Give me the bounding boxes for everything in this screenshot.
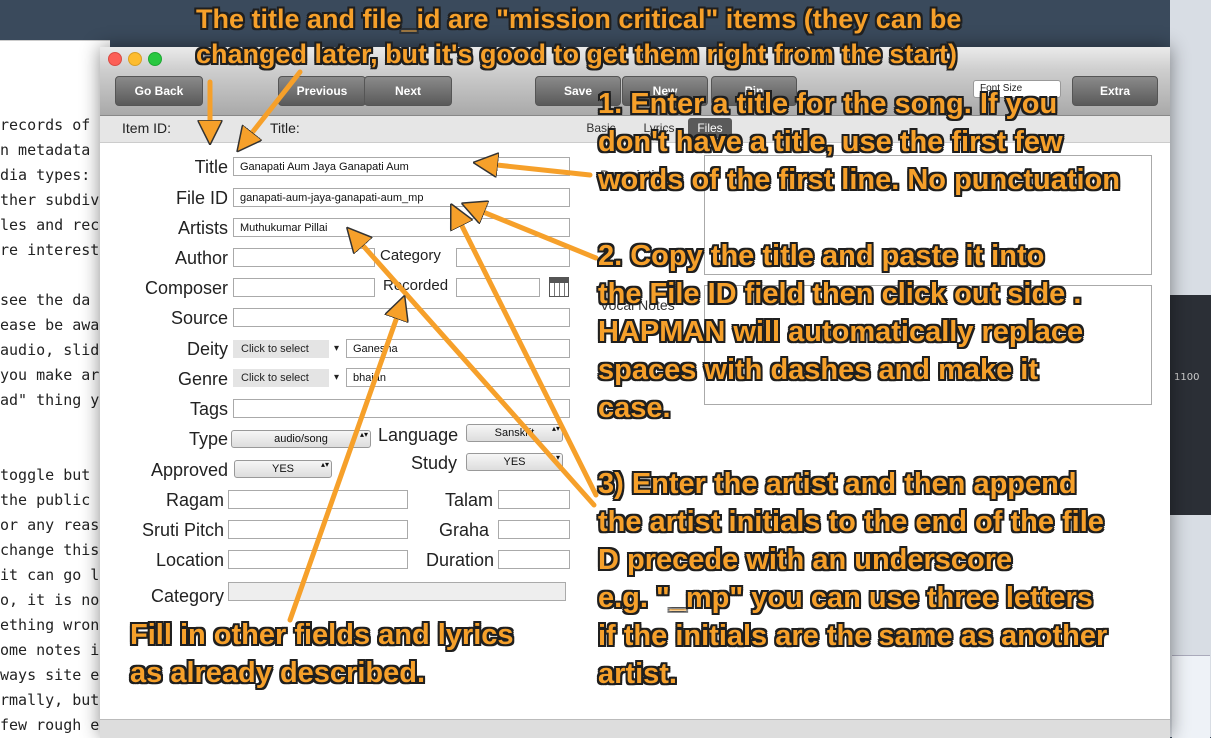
- annotation-step2: 2. Copy the title and paste it into the …: [598, 240, 1084, 424]
- annotation-step1: 1. Enter a title for the song. If you do…: [598, 88, 1120, 196]
- background-doc-line: see the da: [0, 291, 91, 309]
- composer-label: Composer: [144, 278, 228, 298]
- tags-label: Tags: [189, 399, 228, 419]
- file-id-label: File ID: [175, 188, 228, 208]
- duration-input[interactable]: [498, 550, 570, 569]
- recorded-input[interactable]: [456, 278, 540, 297]
- genre-label: Genre: [177, 369, 228, 389]
- background-doc-line: ad" thing y: [0, 391, 100, 409]
- author-input[interactable]: [233, 248, 375, 267]
- background-doc-line: records of: [0, 116, 91, 134]
- background-doc-line: o, it is no: [0, 591, 100, 609]
- background-doc-line: dia types:: [0, 166, 91, 184]
- close-window-icon[interactable]: [108, 52, 122, 66]
- title-header-label: Title:: [270, 120, 300, 136]
- graha-label: Graha: [438, 520, 489, 540]
- item-id-label: Item ID:: [122, 120, 172, 136]
- background-doc-line: ome notes i: [0, 641, 100, 659]
- category-label: Category: [150, 586, 224, 606]
- type-label: Type: [188, 429, 228, 449]
- annotation-bottom: Fill in other fields and lyrics as alrea…: [130, 619, 514, 689]
- background-document: records of n metadata dia types: ther subdi…: [0, 40, 110, 738]
- deity-label: Deity: [186, 339, 228, 359]
- title-label: Title: [194, 157, 228, 177]
- background-doc-line: les and rec: [0, 216, 100, 234]
- ragam-label: Ragam: [165, 490, 224, 510]
- language-select[interactable]: Sanskrit: [466, 424, 563, 442]
- background-dark-panel: [1170, 295, 1211, 515]
- approved-label: Approved: [150, 460, 228, 480]
- source-label: Source: [170, 308, 228, 328]
- background-doc-line: ther subdiv: [0, 191, 100, 209]
- annotation-top: The title and file_id are "mission criti…: [196, 4, 962, 69]
- background-doc-line: re interest: [0, 241, 100, 259]
- file-id-input[interactable]: ganapati-aum-jaya-ganapati-aum_mp: [233, 188, 570, 207]
- talam-label: Talam: [444, 490, 493, 510]
- background-doc-line: or any reas: [0, 516, 100, 534]
- graha-input[interactable]: [498, 520, 570, 539]
- artists-input[interactable]: Muthukumar Pillai: [233, 218, 570, 237]
- location-label: Location: [155, 550, 224, 570]
- previous-button[interactable]: Previous: [278, 76, 366, 106]
- study-label: Study: [411, 453, 458, 473]
- background-doc-line: ething wron: [0, 616, 100, 634]
- recorded-label: Recorded: [383, 277, 449, 294]
- type-select[interactable]: audio/song: [231, 430, 371, 448]
- study-select[interactable]: YES: [466, 453, 563, 471]
- bottom-strip: [100, 719, 1170, 738]
- ragam-input[interactable]: [228, 490, 408, 509]
- genre-input[interactable]: bhajan: [346, 368, 570, 387]
- genre-select[interactable]: Click to select: [233, 369, 339, 387]
- sruti-pitch-label: Sruti Pitch: [141, 520, 224, 540]
- zoom-window-icon[interactable]: [148, 52, 162, 66]
- background-doc-line: rmally, but: [0, 691, 100, 709]
- approved-select[interactable]: YES: [234, 460, 332, 478]
- author-label: Author: [174, 248, 228, 268]
- background-doc-line: it can go l: [0, 566, 100, 584]
- background-doc-line: toggle but: [0, 466, 91, 484]
- annotation-step3: 3) Enter the artist and then append the …: [598, 468, 1108, 690]
- calendar-icon[interactable]: [549, 277, 569, 297]
- location-input[interactable]: [228, 550, 408, 569]
- minimize-window-icon[interactable]: [128, 52, 142, 66]
- duration-label: Duration: [425, 550, 494, 570]
- next-button[interactable]: Next: [364, 76, 452, 106]
- source-input[interactable]: [233, 308, 570, 327]
- artists-label: Artists: [177, 218, 228, 238]
- language-label: Language: [378, 425, 459, 445]
- background-doc-line: ease be awa: [0, 316, 100, 334]
- go-back-button[interactable]: Go Back: [115, 76, 203, 106]
- background-doc-line: audio, slid: [0, 341, 100, 359]
- category-field[interactable]: [228, 582, 566, 601]
- background-right-pane: 1100: [1170, 0, 1211, 738]
- category-top-label: Category: [380, 247, 441, 264]
- background-doc-line: n metadata: [0, 141, 91, 159]
- deity-select[interactable]: Click to select: [233, 340, 339, 358]
- title-input[interactable]: Ganapati Aum Jaya Ganapati Aum: [233, 157, 570, 176]
- talam-input[interactable]: [498, 490, 570, 509]
- background-thumbnail: [1172, 655, 1210, 738]
- item-header: Item ID: Title:: [100, 116, 580, 143]
- deity-input[interactable]: Ganesha: [346, 339, 570, 358]
- background-doc-line: change this: [0, 541, 100, 559]
- sruti-pitch-input[interactable]: [228, 520, 408, 539]
- background-number: 1100: [1174, 372, 1200, 383]
- category-top-input[interactable]: [456, 248, 570, 267]
- background-doc-line: few rough e: [0, 716, 100, 734]
- tags-input[interactable]: [233, 399, 570, 418]
- background-doc-line: the public: [0, 491, 91, 509]
- composer-input[interactable]: [233, 278, 375, 297]
- background-doc-line: you make ar: [0, 366, 100, 384]
- background-doc-line: ways site e: [0, 666, 100, 684]
